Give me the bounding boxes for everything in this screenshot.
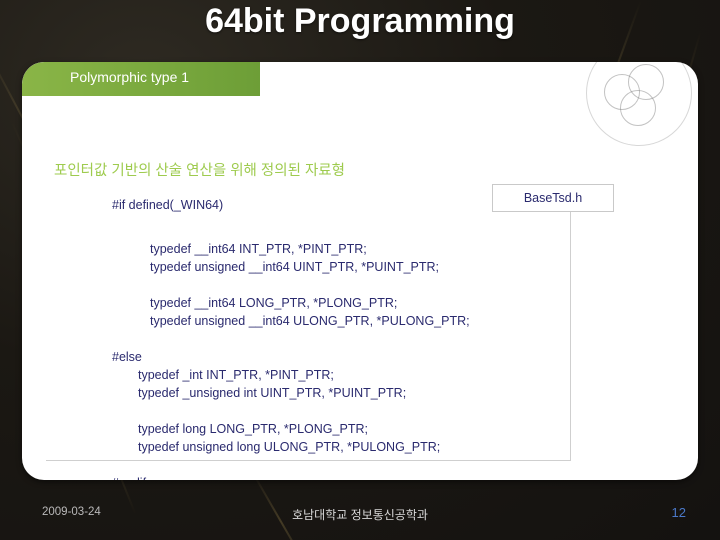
footer-organization: 호남대학교 정보통신공학과 [292,508,428,522]
filename-label: BaseTsd.h [492,184,614,212]
code-line-typedef-uint-uintptr: typedef _unsigned int UINT_PTR, *PUINT_P… [138,386,407,400]
content-panel: Polymorphic type 1 32bit와 64bit의 포인터 크기가… [22,62,698,480]
code-block: #if defined(_WIN64) typedef __int64 INT_… [46,184,571,480]
code-line-else: #else [112,350,142,364]
footer-page-number: 12 [671,505,686,520]
slide-title: 64bit Programming [205,2,515,40]
code-line-if: #if defined(_WIN64) [112,198,224,212]
body-line-2: 위해 등장한 자료형 [54,140,169,156]
code-line-typedef-int64-longptr: typedef __int64 LONG_PTR, *PLONG_PTR; [150,296,398,310]
body-line-3: 포인터값 기반의 산술 연산을 위해 정의된 자료형 [54,163,345,179]
code-line-endif: #endif [112,474,146,480]
body-text: 32bit와 64bit의 포인터 크기가 다르기 때문에 발생할 수 있는 문… [54,114,674,183]
code-line-typedef-uint64-uintptr: typedef unsigned __int64 UINT_PTR, *PUIN… [150,260,440,274]
section-heading-tab: Polymorphic type 1 [22,62,260,96]
code-line-typedef-uint64-ulongptr: typedef unsigned __int64 ULONG_PTR, *PUL… [150,314,470,328]
code-line-typedef-int-intptr: typedef _int INT_PTR, *PINT_PTR; [138,368,334,382]
section-heading-label: Polymorphic type 1 [70,69,190,85]
slide: 64bit Programming Polymorphic type 1 32b… [0,0,720,540]
code-line-typedef-ulong-ulongptr: typedef unsigned long ULONG_PTR, *PULONG… [138,440,441,454]
code-line-typedef-int64-intptr: typedef __int64 INT_PTR, *PINT_PTR; [150,242,367,256]
code-line-typedef-long-longptr: typedef long LONG_PTR, *PLONG_PTR; [138,422,368,436]
body-line-1: 32bit와 64bit의 포인터 크기가 다르기 때문에 발생할 수 있는 문… [54,117,518,133]
